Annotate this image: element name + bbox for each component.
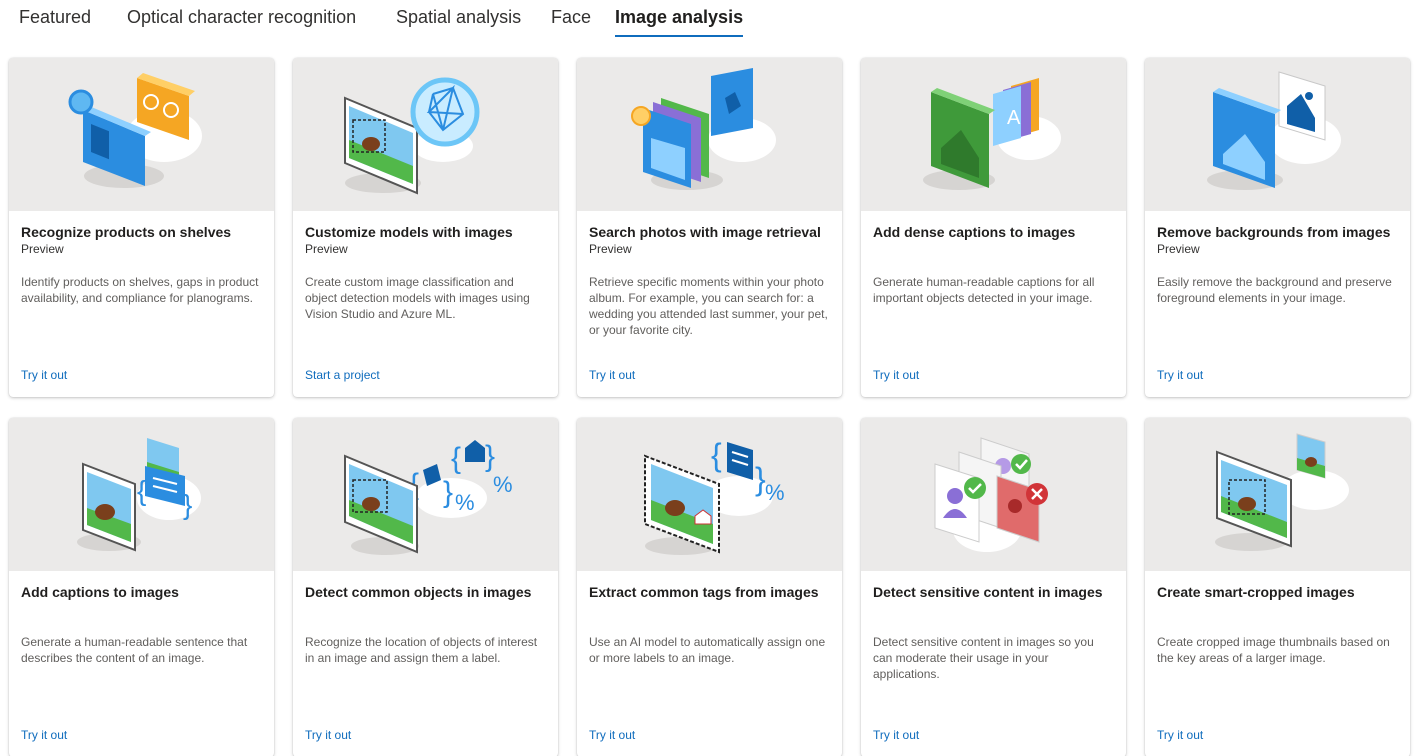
remove-background-icon — [1207, 71, 1341, 190]
card-image-retrieval[interactable]: Search photos with image retrieval Previ… — [577, 58, 842, 397]
tab-face[interactable]: Face — [551, 7, 591, 28]
card-remove-backgrounds[interactable]: Remove backgrounds from images Preview E… — [1145, 58, 1410, 397]
card-illustration: { } { } % % — [293, 418, 558, 571]
svg-text:%: % — [765, 480, 785, 505]
start-project-link[interactable]: Start a project — [305, 368, 380, 382]
tab-ocr[interactable]: Optical character recognition — [127, 7, 356, 28]
card-illustration — [1145, 418, 1410, 571]
card-illustration — [9, 58, 274, 211]
card-description: Generate human-readable captions for all… — [873, 275, 1095, 305]
products-on-shelves-icon — [68, 73, 202, 188]
tab-featured[interactable]: Featured — [19, 7, 91, 28]
card-description: Easily remove the background and preserv… — [1157, 275, 1392, 305]
card-illustration — [577, 58, 842, 211]
card-detect-objects[interactable]: { } { } % % Detect common objects in ima… — [293, 418, 558, 756]
tab-spatial-analysis[interactable]: Spatial analysis — [396, 7, 521, 28]
card-illustration — [1145, 58, 1410, 211]
tab-image-analysis[interactable]: Image analysis — [615, 7, 743, 28]
active-tab-indicator — [615, 35, 743, 37]
feature-tabs: Featured Optical character recognition S… — [0, 0, 1428, 40]
svg-text:A: A — [1007, 107, 1021, 129]
card-title: Create smart-cropped images — [1157, 584, 1355, 600]
svg-text:}: } — [485, 440, 495, 473]
card-add-captions[interactable]: { } Add captions to images Generate a hu… — [9, 418, 274, 756]
card-recognize-products[interactable]: Recognize products on shelves Preview Id… — [9, 58, 274, 397]
svg-text:{: { — [711, 437, 722, 473]
preview-badge: Preview — [1157, 242, 1200, 256]
card-description: Use an AI model to automatically assign … — [589, 635, 826, 665]
try-it-out-link[interactable]: Try it out — [21, 368, 67, 382]
card-description: Generate a human-readable sentence that … — [21, 635, 248, 665]
smart-crop-icon — [1215, 433, 1349, 551]
card-title: Customize models with images — [305, 224, 513, 240]
card-description: Recognize the location of objects of int… — [305, 635, 538, 665]
card-title: Extract common tags from images — [589, 584, 819, 600]
card-smart-crop[interactable]: Create smart-cropped images Create cropp… — [1145, 418, 1410, 756]
card-description: Create cropped image thumbnails based on… — [1157, 635, 1390, 665]
card-title: Search photos with image retrieval — [589, 224, 821, 240]
try-it-out-link[interactable]: Try it out — [589, 368, 635, 382]
svg-text:%: % — [455, 490, 475, 515]
dense-captions-icon: A — [923, 78, 1061, 190]
custom-models-icon — [344, 77, 480, 195]
card-description: Identify products on shelves, gaps in pr… — [21, 275, 259, 305]
preview-badge: Preview — [305, 242, 348, 256]
card-dense-captions[interactable]: A Add dense captions to images Generate … — [861, 58, 1126, 397]
card-title: Recognize products on shelves — [21, 224, 232, 240]
object-detection-icon: { } { } % % — [344, 440, 513, 555]
svg-text:%: % — [493, 472, 513, 497]
try-it-out-link[interactable]: Try it out — [21, 728, 67, 742]
captions-icon: { } — [77, 438, 201, 552]
try-it-out-link[interactable]: Try it out — [1157, 368, 1203, 382]
svg-text:{: { — [137, 475, 146, 506]
card-description: Create custom image classification and o… — [305, 275, 530, 321]
tags-icon: { } % — [644, 437, 785, 555]
card-illustration — [293, 58, 558, 211]
card-description: Retrieve specific moments within your ph… — [589, 275, 828, 337]
try-it-out-link[interactable]: Try it out — [873, 728, 919, 742]
card-title: Add dense captions to images — [873, 224, 1076, 240]
try-it-out-link[interactable]: Try it out — [873, 368, 919, 382]
card-customize-models[interactable]: Customize models with images Preview Cre… — [293, 58, 558, 397]
card-title: Detect sensitive content in images — [873, 584, 1103, 600]
card-title: Remove backgrounds from images — [1157, 224, 1391, 240]
svg-text:}: } — [183, 489, 192, 520]
card-extract-tags[interactable]: { } % Extract common tags from images Us… — [577, 418, 842, 756]
try-it-out-link[interactable]: Try it out — [1157, 728, 1203, 742]
card-description: Detect sensitive content in images so yo… — [873, 635, 1094, 681]
card-illustration: { } — [9, 418, 274, 571]
card-illustration — [861, 418, 1126, 571]
svg-text:{: { — [451, 442, 461, 475]
svg-text:}: } — [443, 476, 453, 509]
card-sensitive-content[interactable]: Detect sensitive content in images Detec… — [861, 418, 1126, 756]
card-title: Detect common objects in images — [305, 584, 532, 600]
card-illustration: A — [861, 58, 1126, 211]
preview-badge: Preview — [589, 242, 632, 256]
sensitive-content-icon — [934, 437, 1048, 552]
card-illustration: { } % — [577, 418, 842, 571]
preview-badge: Preview — [21, 242, 64, 256]
try-it-out-link[interactable]: Try it out — [305, 728, 351, 742]
image-retrieval-icon — [631, 68, 776, 190]
try-it-out-link[interactable]: Try it out — [589, 728, 635, 742]
card-title: Add captions to images — [21, 584, 179, 600]
